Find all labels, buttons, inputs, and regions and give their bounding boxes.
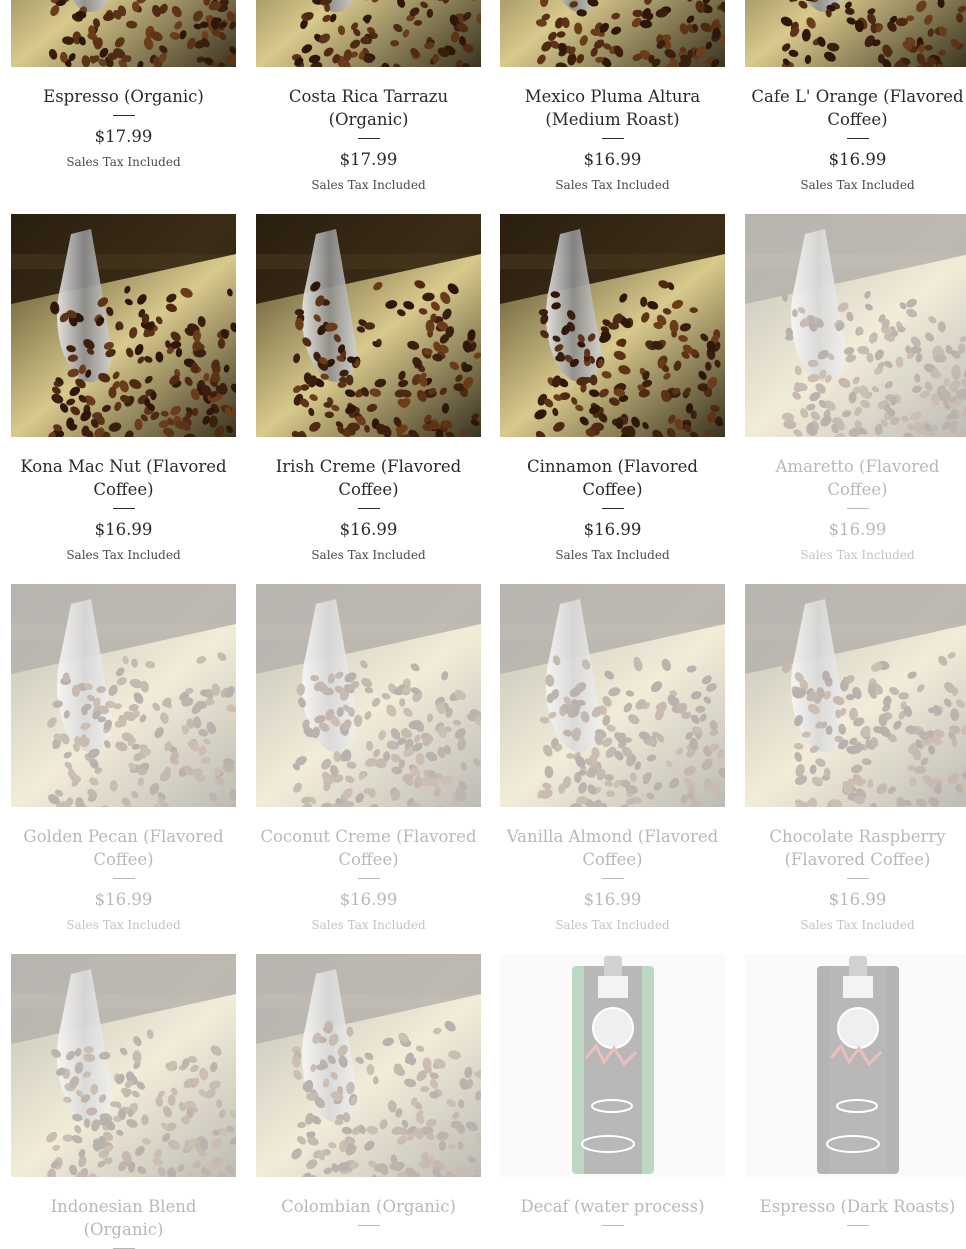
product-title[interactable]: Colombian (Organic) — [256, 1195, 481, 1218]
product-title[interactable]: Mexico Pluma Altura (Medium Roast) — [500, 85, 725, 131]
product-price: $16.99 — [11, 889, 236, 911]
product-card[interactable]: Irish Creme (Flavored Coffee) $16.99 Sales… — [256, 214, 481, 562]
product-image[interactable] — [745, 0, 966, 67]
product-title[interactable]: Coconut Creme (Flavored Coffee) — [256, 825, 481, 871]
product-card[interactable]: Indonesian Blend (Organic) — [11, 954, 236, 1249]
product-card[interactable]: Cinnamon (Flavored Coffee) $16.99 Sales Ta… — [500, 214, 725, 562]
product-price: $16.99 — [745, 889, 966, 911]
product-card[interactable]: Decaf (water process) — [500, 954, 725, 1226]
product-card[interactable]: Kona Mac Nut (Flavored Coffee) $16.99 Sale… — [11, 214, 236, 562]
title-divider — [847, 878, 869, 879]
product-title[interactable]: Cafe L' Orange (Flavored Coffee) — [745, 85, 966, 131]
title-divider — [602, 1225, 624, 1226]
title-divider — [847, 138, 869, 139]
product-image[interactable] — [11, 954, 236, 1177]
title-divider — [113, 878, 135, 879]
title-divider — [113, 115, 135, 116]
product-title[interactable]: Indonesian Blend (Organic) — [11, 1195, 236, 1241]
product-price: $16.99 — [500, 519, 725, 541]
tax-note: Sales Tax Included — [256, 178, 481, 192]
product-price: $17.99 — [11, 126, 236, 148]
product-image[interactable] — [500, 954, 725, 1177]
product-card[interactable]: Amaretto (Flavored Coffee) $16.99 Sales Ta… — [745, 214, 966, 562]
product-price: $16.99 — [256, 889, 481, 911]
product-card[interactable]: Coconut Creme (Flavored Coffee) $16.99 Sal… — [256, 584, 481, 932]
tax-note: Sales Tax Included — [500, 918, 725, 932]
product-image[interactable] — [256, 0, 481, 67]
product-title[interactable]: Golden Pecan (Flavored Coffee) — [11, 825, 236, 871]
product-image[interactable] — [256, 584, 481, 807]
product-card[interactable]: Costa Rica Tarrazu (Organic) $17.99 Sales … — [256, 0, 481, 192]
product-card[interactable]: Espresso (Dark Roasts) — [745, 954, 966, 1226]
product-image[interactable] — [11, 214, 236, 437]
title-divider — [358, 508, 380, 509]
product-title[interactable]: Espresso (Organic) — [11, 85, 236, 108]
product-title[interactable]: Kona Mac Nut (Flavored Coffee) — [11, 455, 236, 501]
product-title[interactable]: Cinnamon (Flavored Coffee) — [500, 455, 725, 501]
title-divider — [358, 138, 380, 139]
product-title[interactable]: Vanilla Almond (Flavored Coffee) — [500, 825, 725, 871]
title-divider — [602, 138, 624, 139]
product-image[interactable] — [256, 214, 481, 437]
product-card[interactable]: Chocolate Raspberry (Flavored Coffee) $16… — [745, 584, 966, 932]
product-price: $16.99 — [11, 519, 236, 541]
product-title[interactable]: Costa Rica Tarrazu (Organic) — [256, 85, 481, 131]
title-divider — [602, 508, 624, 509]
product-card[interactable]: Vanilla Almond (Flavored Coffee) $16.99 Sa… — [500, 584, 725, 932]
tax-note: Sales Tax Included — [11, 155, 236, 169]
product-card[interactable]: Mexico Pluma Altura (Medium Roast) $16.99… — [500, 0, 725, 192]
product-price: $16.99 — [500, 889, 725, 911]
title-divider — [847, 1225, 869, 1226]
product-price: $16.99 — [745, 519, 966, 541]
product-title[interactable]: Irish Creme (Flavored Coffee) — [256, 455, 481, 501]
product-title[interactable]: Amaretto (Flavored Coffee) — [745, 455, 966, 501]
tax-note: Sales Tax Included — [500, 178, 725, 192]
product-card[interactable]: Golden Pecan (Flavored Coffee) $16.99 Sale… — [11, 584, 236, 932]
tax-note: Sales Tax Included — [745, 548, 966, 562]
product-price: $16.99 — [500, 149, 725, 171]
product-image[interactable] — [745, 214, 966, 437]
tax-note: Sales Tax Included — [256, 918, 481, 932]
product-price: $16.99 — [256, 519, 481, 541]
product-image[interactable] — [500, 584, 725, 807]
tax-note: Sales Tax Included — [500, 548, 725, 562]
product-title[interactable]: Chocolate Raspberry (Flavored Coffee) — [745, 825, 966, 871]
tax-note: Sales Tax Included — [745, 918, 966, 932]
product-image[interactable] — [11, 584, 236, 807]
title-divider — [847, 508, 869, 509]
product-card[interactable]: Colombian (Organic) — [256, 954, 481, 1226]
product-image[interactable] — [745, 584, 966, 807]
tax-note: Sales Tax Included — [11, 548, 236, 562]
product-image[interactable] — [500, 214, 725, 437]
tax-note: Sales Tax Included — [745, 178, 966, 192]
product-price: $17.99 — [256, 149, 481, 171]
product-image[interactable] — [745, 954, 966, 1177]
product-price: $16.99 — [745, 149, 966, 171]
product-image[interactable] — [256, 954, 481, 1177]
title-divider — [602, 878, 624, 879]
product-image[interactable] — [11, 0, 236, 67]
title-divider — [358, 1225, 380, 1226]
tax-note: Sales Tax Included — [256, 548, 481, 562]
product-card[interactable]: Espresso (Organic) $17.99 Sales Tax Includ… — [11, 0, 236, 169]
title-divider — [358, 878, 380, 879]
product-image[interactable] — [500, 0, 725, 67]
product-title[interactable]: Espresso (Dark Roasts) — [745, 1195, 966, 1218]
title-divider — [113, 508, 135, 509]
product-card[interactable]: Cafe L' Orange (Flavored Coffee) $16.99 Sa… — [745, 0, 966, 192]
tax-note: Sales Tax Included — [11, 918, 236, 932]
product-title[interactable]: Decaf (water process) — [500, 1195, 725, 1218]
